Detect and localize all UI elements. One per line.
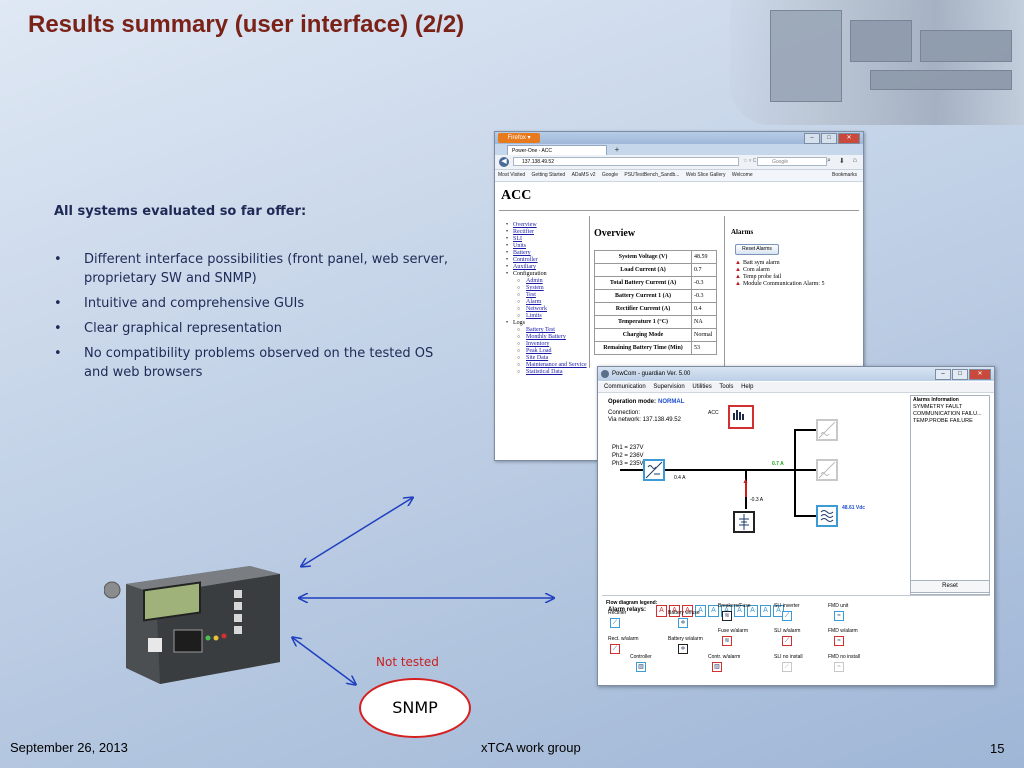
page-number: 15 xyxy=(990,741,1005,756)
arrow-to-snmp xyxy=(293,638,355,684)
not-tested-label: Not tested xyxy=(376,655,439,669)
arrow-to-browser xyxy=(302,498,412,566)
footer-date: September 26, 2013 xyxy=(10,740,128,755)
footer-group: xTCA work group xyxy=(481,740,581,755)
snmp-ellipse: SNMP xyxy=(359,678,471,738)
connection-arrows xyxy=(0,0,1024,768)
